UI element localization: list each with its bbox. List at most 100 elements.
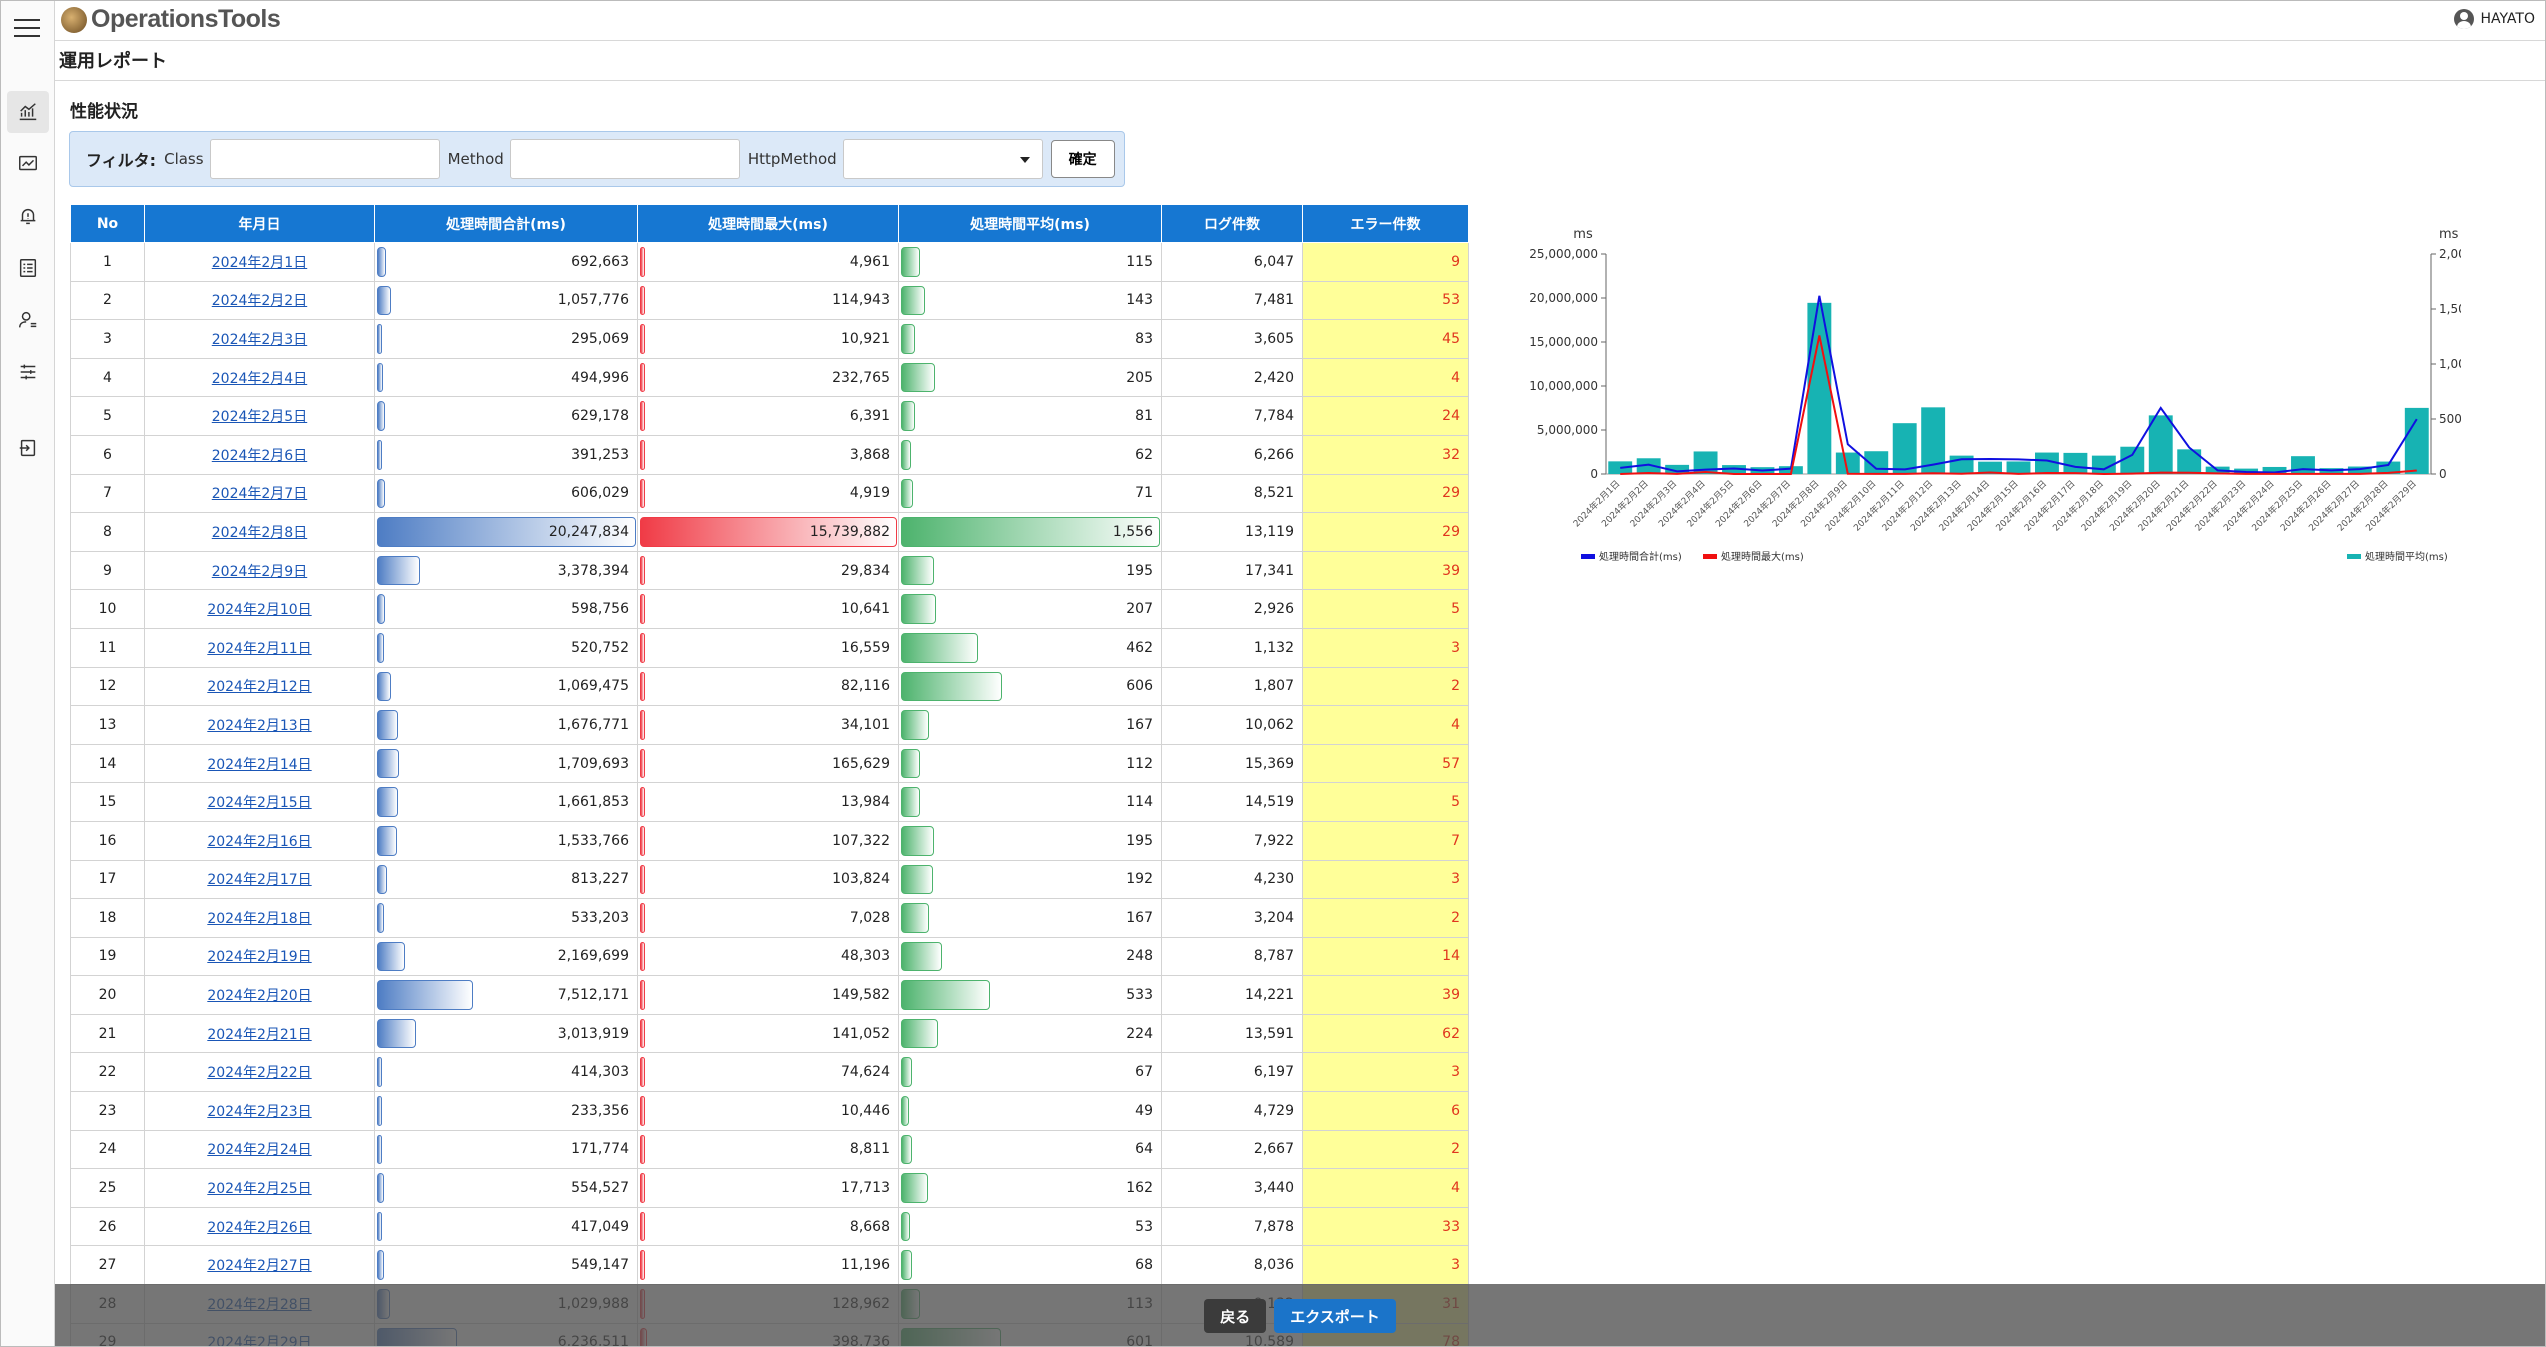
cell-value: 205 <box>1126 369 1153 386</box>
value-bar <box>640 825 646 856</box>
value-bar <box>901 247 921 277</box>
row-date-link[interactable]: 2024年2月22日 <box>207 1065 311 1081</box>
value-bar <box>901 980 990 1010</box>
log-count: 17,341 <box>1161 550 1303 591</box>
row-date-link[interactable]: 2024年2月4日 <box>212 371 307 387</box>
error-count: 6 <box>1302 1091 1469 1131</box>
table-row: 24 2024年2月24日 171,774 8,811 64 2,667 2 <box>70 1129 1469 1170</box>
row-date-link[interactable]: 2024年2月21日 <box>207 1027 311 1043</box>
row-no: 8 <box>70 512 145 552</box>
bar-mark <box>2120 446 2145 474</box>
class-input[interactable] <box>209 139 440 179</box>
sum-cell: 295,069 <box>374 319 638 359</box>
cell-value: 149,582 <box>832 987 890 1004</box>
row-date-link[interactable]: 2024年2月2日 <box>212 293 307 309</box>
y-right-tick: 0 <box>2439 467 2447 481</box>
avg-cell: 62 <box>898 434 1162 475</box>
row-date-link[interactable]: 2024年2月5日 <box>212 409 307 425</box>
cell-value: 171,774 <box>571 1141 629 1158</box>
value-bar <box>640 247 646 277</box>
row-date-link[interactable]: 2024年2月14日 <box>207 757 311 773</box>
row-date-link[interactable]: 2024年2月9日 <box>212 564 307 580</box>
table-row: 23 2024年2月23日 233,356 10,446 49 4,729 6 <box>70 1091 1469 1131</box>
row-date-link[interactable]: 2024年2月10日 <box>207 602 311 618</box>
value-bar <box>640 1057 646 1088</box>
performance-chart-icon[interactable] <box>7 91 49 133</box>
row-no: 20 <box>70 975 145 1015</box>
confirm-button[interactable]: 確定 <box>1050 140 1115 178</box>
row-date-link[interactable]: 2024年2月3日 <box>212 332 307 348</box>
series-line <box>1620 335 2417 475</box>
row-date-link[interactable]: 2024年2月17日 <box>207 872 311 888</box>
value-bar <box>640 324 646 354</box>
sum-cell: 414,303 <box>374 1052 638 1093</box>
row-date-link[interactable]: 2024年2月26日 <box>207 1220 311 1236</box>
logout-icon[interactable] <box>7 427 49 469</box>
row-date-link[interactable]: 2024年2月27日 <box>207 1258 311 1274</box>
cell-value: 8,811 <box>849 1141 890 1158</box>
row-date-link[interactable]: 2024年2月16日 <box>207 834 311 850</box>
method-label: Method <box>447 150 504 168</box>
app-logo[interactable]: OperationsTools <box>61 5 281 34</box>
row-date-link[interactable]: 2024年2月7日 <box>212 486 307 502</box>
cell-value: 34,101 <box>841 716 890 733</box>
row-date-link[interactable]: 2024年2月15日 <box>207 795 311 811</box>
cell-value: 692,663 <box>571 253 629 270</box>
log-count: 6,197 <box>1161 1052 1303 1093</box>
table-row: 27 2024年2月27日 549,147 11,196 68 8,036 3 <box>70 1245 1469 1286</box>
cell-value: 143 <box>1126 292 1153 309</box>
value-bar <box>377 787 399 817</box>
value-bar <box>901 1211 910 1242</box>
log-count: 1,807 <box>1161 666 1303 707</box>
hamburger-menu-icon[interactable] <box>14 19 40 39</box>
avg-cell: 143 <box>898 280 1162 321</box>
row-date-link[interactable]: 2024年2月11日 <box>207 641 311 657</box>
x-tick-label: 2024年2月25日 <box>2249 478 2305 534</box>
value-bar <box>901 555 934 586</box>
row-date-link[interactable]: 2024年2月1日 <box>212 255 307 271</box>
row-date-link[interactable]: 2024年2月12日 <box>207 679 311 695</box>
alert-bell-icon[interactable] <box>7 195 49 237</box>
sum-cell: 3,378,394 <box>374 550 638 591</box>
max-cell: 232,765 <box>637 357 899 398</box>
bar-mark <box>1892 423 1917 474</box>
x-tick-label: 2024年2月17日 <box>2022 478 2078 534</box>
row-date-link[interactable]: 2024年2月20日 <box>207 988 311 1004</box>
cell-value: 83 <box>1135 330 1153 347</box>
user-settings-icon[interactable] <box>7 299 49 341</box>
row-date-link[interactable]: 2024年2月19日 <box>207 949 311 965</box>
table-row: 4 2024年2月4日 494,996 232,765 205 2,420 4 <box>70 357 1469 398</box>
max-cell: 34,101 <box>637 705 899 745</box>
value-bar <box>901 439 912 470</box>
avg-cell: 248 <box>898 936 1162 977</box>
cell-value: 141,052 <box>832 1025 890 1042</box>
row-date-link[interactable]: 2024年2月23日 <box>207 1104 311 1120</box>
user-menu[interactable]: HAYATO <box>2454 9 2535 29</box>
value-bar <box>901 594 936 624</box>
row-date-link[interactable]: 2024年2月8日 <box>212 525 307 541</box>
httpmethod-select[interactable] <box>842 139 1043 179</box>
log-count: 13,119 <box>1161 512 1303 552</box>
method-input[interactable] <box>509 139 740 179</box>
back-button[interactable]: 戻る <box>1204 1299 1267 1333</box>
log-list-icon[interactable] <box>7 247 49 289</box>
row-date-link[interactable]: 2024年2月13日 <box>207 718 311 734</box>
sliders-icon[interactable] <box>7 351 49 393</box>
row-date-link[interactable]: 2024年2月6日 <box>212 448 307 464</box>
side-rail <box>1 1 55 1346</box>
cell-value: 462 <box>1126 639 1153 656</box>
max-cell: 13,984 <box>637 782 899 822</box>
row-date-link[interactable]: 2024年2月25日 <box>207 1181 311 1197</box>
monitor-chart-icon[interactable] <box>7 143 49 185</box>
row-no: 1 <box>70 242 145 282</box>
cell-value: 74,624 <box>841 1064 890 1081</box>
table-row: 10 2024年2月10日 598,756 10,641 207 2,926 5 <box>70 589 1469 629</box>
export-button[interactable]: エクスポート <box>1274 1299 1396 1333</box>
cell-value: 112 <box>1126 755 1153 772</box>
value-bar <box>377 825 397 856</box>
cell-value: 167 <box>1126 716 1153 733</box>
row-date-link[interactable]: 2024年2月24日 <box>207 1142 311 1158</box>
row-no: 25 <box>70 1168 145 1208</box>
sum-cell: 7,512,171 <box>374 975 638 1015</box>
row-date-link[interactable]: 2024年2月18日 <box>207 911 311 927</box>
